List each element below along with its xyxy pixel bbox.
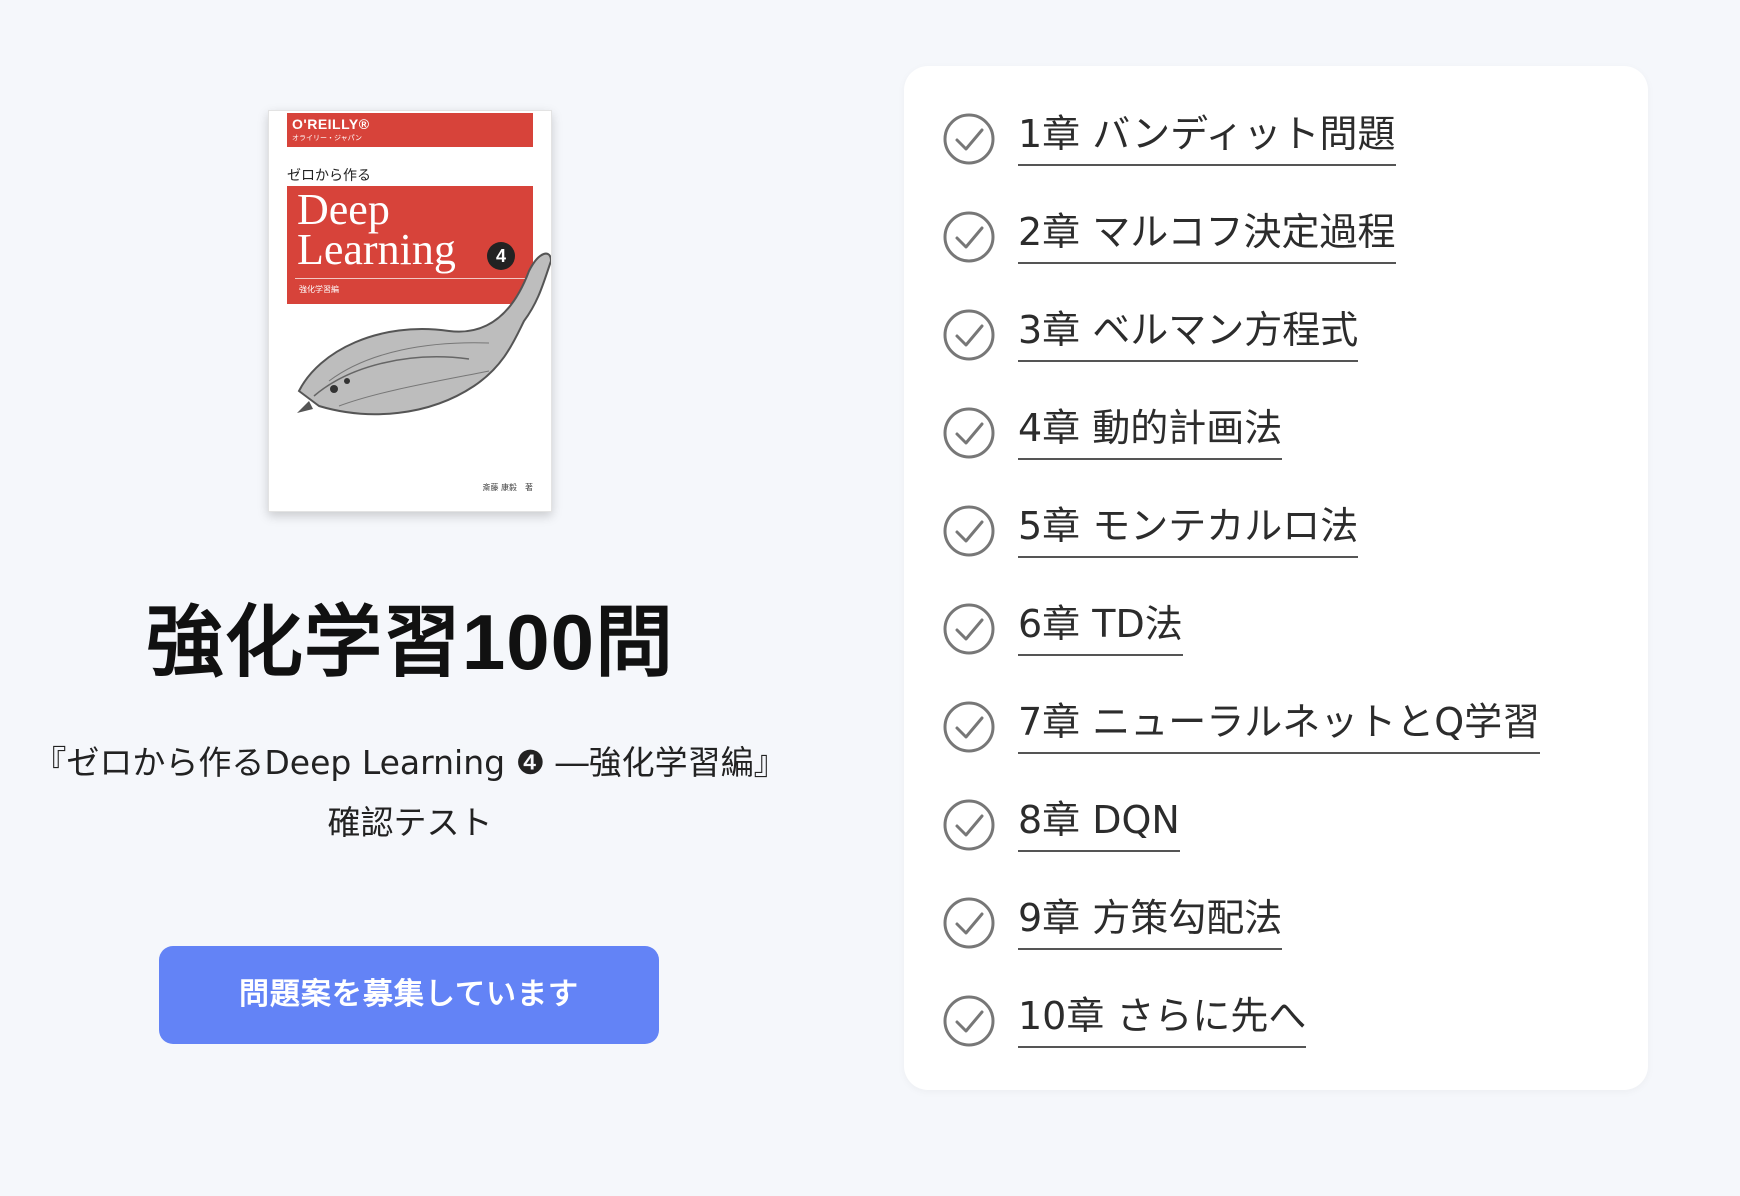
check-circle-icon xyxy=(943,113,995,165)
chapter-list-panel: 1章 バンディット問題 2章 マルコフ決定過程 3章 ベルマン方程式 4章 動的… xyxy=(904,66,1648,1090)
page-title: 強化学習100問 xyxy=(145,598,675,686)
check-circle-icon xyxy=(943,995,995,1047)
chapter-label[interactable]: 5章 モンテカルロ法 xyxy=(1018,498,1359,558)
submit-question-button[interactable]: 問題案を募集しています xyxy=(159,946,659,1044)
book-cover-image: O'REILLY® オライリー・ジャパン ゼロから作る Deep Learnin… xyxy=(268,110,552,512)
chapter-link-10[interactable]: 10章 さらに先へ xyxy=(942,988,1602,1058)
chapter-link-6[interactable]: 6章 TD法 xyxy=(942,596,1602,666)
chapter-label[interactable]: 2章 マルコフ決定過程 xyxy=(1018,204,1396,264)
check-circle-icon xyxy=(943,407,995,459)
publisher-logo: O'REILLY® xyxy=(292,116,370,132)
cover-author: 斎藤 康毅 著 xyxy=(482,483,533,492)
check-circle-icon xyxy=(943,701,995,753)
check-circle-icon xyxy=(943,897,995,949)
chapter-link-9[interactable]: 9章 方策勾配法 xyxy=(942,890,1602,960)
page-subtitle-line2: 確認テスト xyxy=(327,803,493,842)
chapter-link-5[interactable]: 5章 モンテカルロ法 xyxy=(942,498,1602,568)
publisher-band: O'REILLY® オライリー・ジャパン xyxy=(287,113,533,147)
check-circle-icon xyxy=(943,211,995,263)
chapter-label[interactable]: 8章 DQN xyxy=(1018,792,1180,852)
chapter-label[interactable]: 6章 TD法 xyxy=(1018,596,1183,656)
hero-section: O'REILLY® オライリー・ジャパン ゼロから作る Deep Learnin… xyxy=(0,0,820,1196)
page-subtitle: 『ゼロから作るDeep Learning ❹ ―強化学習編』 xyxy=(33,743,787,782)
check-circle-icon xyxy=(943,799,995,851)
publisher-sub: オライリー・ジャパン xyxy=(292,134,362,142)
chapter-label[interactable]: 9章 方策勾配法 xyxy=(1018,890,1283,950)
chapter-link-7[interactable]: 7章 ニューラルネットとQ学習 xyxy=(942,694,1602,764)
chapter-link-1[interactable]: 1章 バンディット問題 xyxy=(942,106,1602,176)
chapter-link-2[interactable]: 2章 マルコフ決定過程 xyxy=(942,204,1602,274)
check-circle-icon xyxy=(943,603,995,655)
check-circle-icon xyxy=(943,309,995,361)
chapter-label[interactable]: 7章 ニューラルネットとQ学習 xyxy=(1018,694,1541,754)
chapter-link-3[interactable]: 3章 ベルマン方程式 xyxy=(942,302,1602,372)
chapter-label[interactable]: 4章 動的計画法 xyxy=(1018,400,1283,460)
flounder-illustration-icon xyxy=(297,252,551,416)
chapter-link-4[interactable]: 4章 動的計画法 xyxy=(942,400,1602,470)
chapter-label[interactable]: 3章 ベルマン方程式 xyxy=(1018,302,1359,362)
chapter-label[interactable]: 1章 バンディット問題 xyxy=(1018,106,1396,166)
chapter-link-8[interactable]: 8章 DQN xyxy=(942,792,1602,862)
chapter-label[interactable]: 10章 さらに先へ xyxy=(1018,988,1307,1048)
cover-kicker: ゼロから作る xyxy=(287,168,371,184)
check-circle-icon xyxy=(943,505,995,557)
